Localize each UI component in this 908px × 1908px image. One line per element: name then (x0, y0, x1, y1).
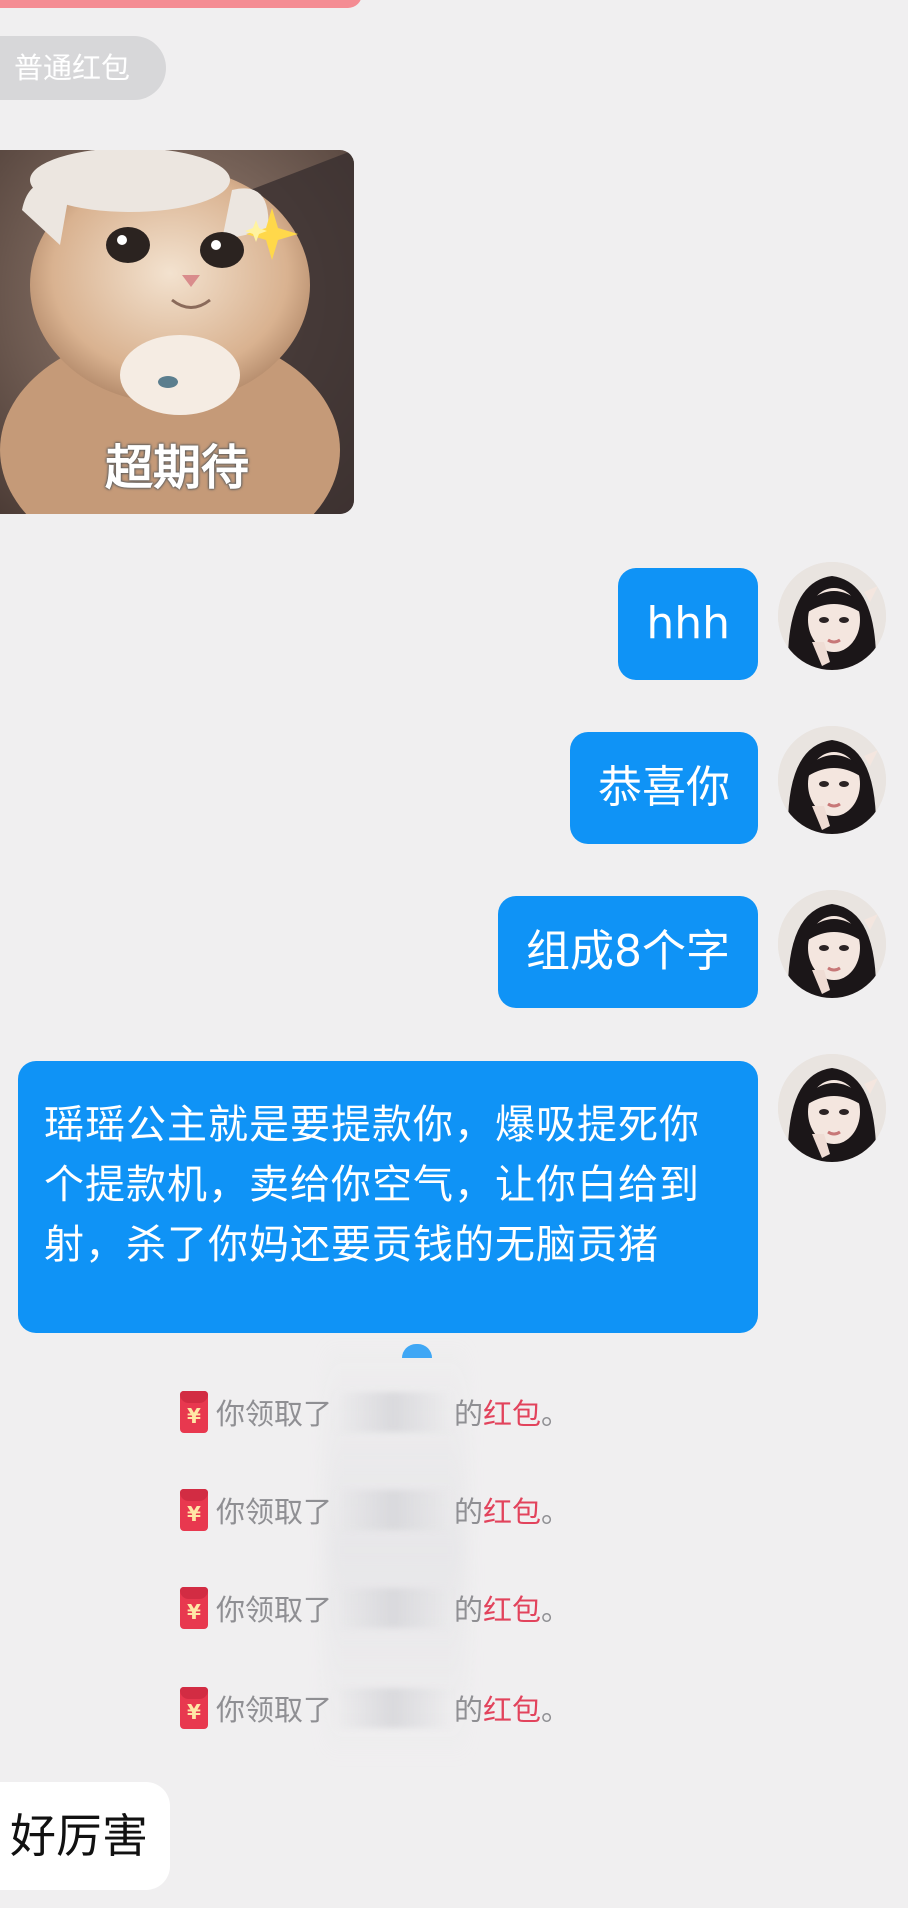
blurred-sender-name (334, 1588, 453, 1628)
incoming-message-bubble[interactable]: 好厉害 (0, 1782, 170, 1890)
red-packet-link[interactable]: 红包 (483, 1489, 541, 1531)
red-packet-notice: ¥ 你领取了 的 红包 。 (180, 1586, 570, 1630)
outgoing-message-bubble[interactable]: 组成8个字 (498, 896, 758, 1008)
blurred-sender-name (334, 1490, 453, 1530)
outgoing-message-bubble[interactable]: 恭喜你 (570, 732, 758, 844)
avatar-image (778, 726, 886, 834)
avatar[interactable] (778, 1054, 886, 1162)
red-packet-link[interactable]: 红包 (483, 1687, 541, 1729)
red-packet-icon: ¥ (180, 1587, 208, 1629)
red-packet-link[interactable]: 红包 (483, 1587, 541, 1629)
outgoing-message-bubble[interactable]: hhh (618, 568, 758, 680)
sticker-caption: 超期待 (104, 440, 249, 496)
avatar[interactable] (778, 562, 886, 670)
red-packet-card-edge[interactable] (0, 0, 362, 8)
blurred-sender-name (334, 1688, 453, 1728)
red-packet-icon: ¥ (180, 1391, 208, 1433)
red-packet-notice: ¥ 你领取了 的 红包 。 (180, 1686, 570, 1730)
red-packet-type-tag: 普通红包 (0, 36, 166, 100)
red-packet-link[interactable]: 红包 (483, 1391, 541, 1433)
outgoing-message-bubble[interactable]: 瑶瑶公主就是要提款你，爆吸提死你个提款机，卖给你空气，让你白给到射，杀了你妈还要… (18, 1061, 758, 1333)
blurred-sender-name (334, 1392, 453, 1432)
red-packet-notice: ¥ 你领取了 的 红包 。 (180, 1488, 570, 1532)
avatar-image (778, 890, 886, 998)
avatar-image (778, 1054, 886, 1162)
red-packet-icon: ¥ (180, 1489, 208, 1531)
avatar[interactable] (778, 726, 886, 834)
red-packet-notice: ¥ 你领取了 的 红包 。 (180, 1390, 570, 1434)
cat-sticker[interactable]: 超期待 (0, 150, 354, 514)
red-packet-icon: ¥ (180, 1687, 208, 1729)
avatar[interactable] (778, 890, 886, 998)
avatar-image (778, 562, 886, 670)
